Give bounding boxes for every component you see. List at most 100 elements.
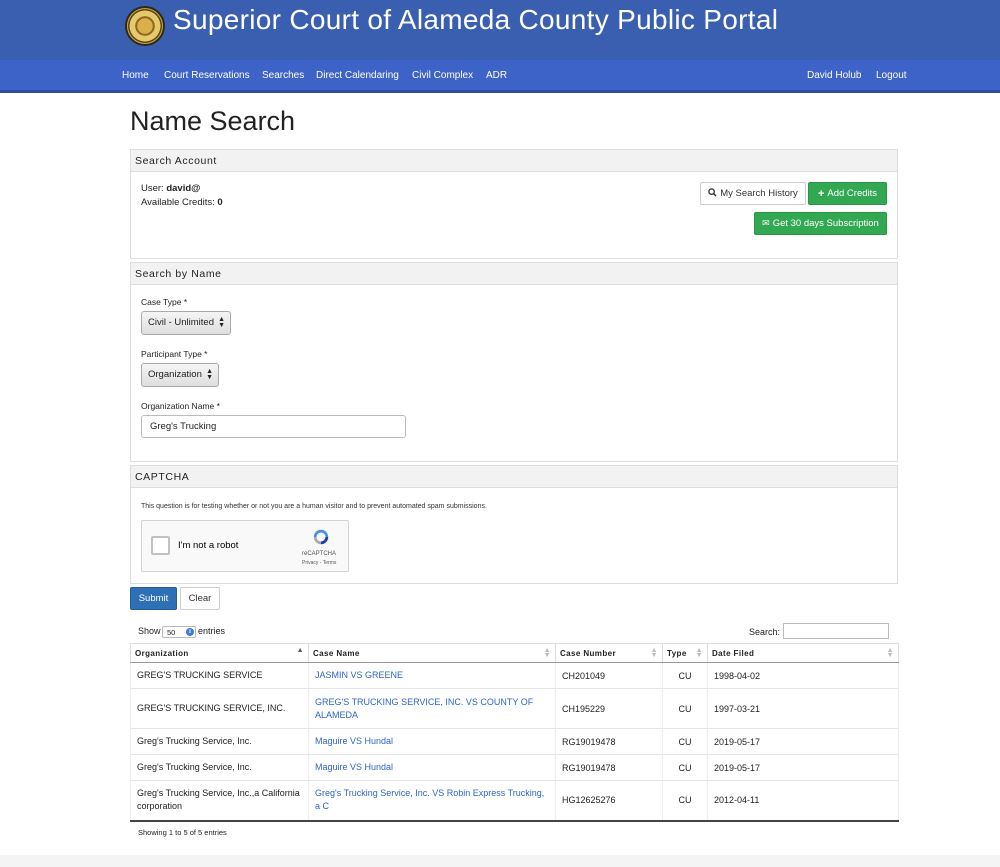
cell-type: CU xyxy=(662,780,708,822)
participant-type-select[interactable]: Organization ▲ ▼ xyxy=(141,363,219,387)
get-subscription-button[interactable]: ✉ Get 30 days Subscription xyxy=(754,212,887,235)
credits-label: Available Credits: xyxy=(141,197,215,208)
select-arrows-icon: ▲ ▼ xyxy=(218,316,225,329)
col-header-organization[interactable]: Organization ▲ xyxy=(130,643,309,663)
my-search-history-label: My Search History xyxy=(720,188,798,199)
nav-logout[interactable]: Logout xyxy=(876,70,907,81)
captcha-panel-title: CAPTCHA xyxy=(131,466,897,488)
cell-organization: GREG'S TRUCKING SERVICE, INC. xyxy=(130,688,309,729)
cell-case-name-link[interactable]: Maguire VS Hundal xyxy=(308,728,556,755)
table-row: GREG'S TRUCKING SERVICE, INC. GREG'S TRU… xyxy=(130,688,899,729)
user-label: User: xyxy=(141,183,164,194)
nav-adr[interactable]: ADR xyxy=(486,70,507,81)
account-credits-line: Available Credits: 0 xyxy=(141,197,223,208)
account-user-line: User: david@ xyxy=(141,183,200,194)
sort-icon: ▲ ▼ xyxy=(543,647,551,659)
cell-organization: Greg's Trucking Service, Inc. xyxy=(130,728,309,755)
sort-icon: ▲ ▼ xyxy=(886,647,894,659)
cell-case-name-link[interactable]: Greg's Trucking Service, Inc. VS Robin E… xyxy=(308,780,556,822)
cell-type: CU xyxy=(662,688,708,729)
add-credits-label: Add Credits xyxy=(827,188,878,199)
table-row: Greg's Trucking Service, Inc.,a Californ… xyxy=(130,780,899,822)
submit-button[interactable]: Submit xyxy=(130,587,177,610)
search-account-panel: Search Account User: david@ Available Cr… xyxy=(130,149,898,259)
recaptcha-terms-link[interactable]: Privacy - Terms xyxy=(302,560,336,566)
case-type-value: Civil - Unlimited xyxy=(148,317,214,328)
cell-case-number: CH195229 xyxy=(555,688,663,729)
nav-civil-complex[interactable]: Civil Complex xyxy=(412,70,473,81)
sort-asc-icon: ▲ xyxy=(296,647,304,654)
recaptcha-label: I'm not a robot xyxy=(178,540,239,551)
recaptcha-checkbox[interactable] xyxy=(151,536,170,555)
participant-type-label: Participant Type * xyxy=(141,349,208,359)
table-info: Showing 1 to 5 of 5 entries xyxy=(138,828,227,837)
cell-type: CU xyxy=(662,662,708,689)
main-navbar: Home Court Reservations Searches Direct … xyxy=(0,60,1000,93)
organization-name-label: Organization Name * xyxy=(141,401,220,411)
cell-date-filed: 2019-05-17 xyxy=(707,754,899,781)
nav-searches[interactable]: Searches xyxy=(262,70,304,81)
cell-case-number: RG19019478 xyxy=(555,728,663,755)
required-mark: * xyxy=(204,349,208,359)
col-header-case-name[interactable]: Case Name ▲ ▼ xyxy=(308,643,556,663)
cell-date-filed: 1998-04-02 xyxy=(707,662,899,689)
entries-label: entries xyxy=(198,626,226,636)
recaptcha-logo-icon xyxy=(312,528,330,546)
table-search-label: Search: xyxy=(749,627,781,637)
page-length-select[interactable]: 50 ⇕ xyxy=(162,626,196,638)
select-arrows-icon: ▲ ▼ xyxy=(206,368,213,381)
cell-organization: Greg's Trucking Service, Inc. xyxy=(130,754,309,781)
results-table: Organization ▲ Case Name ▲ ▼ Case Number ▲ ▼ … xyxy=(130,643,899,822)
envelope-icon: ✉ xyxy=(762,218,770,228)
spinner-arrows-icon: ⇕ xyxy=(186,628,194,636)
col-header-type[interactable]: Type ▲ ▼ xyxy=(662,643,708,663)
add-credits-button[interactable]: + Add Credits xyxy=(808,182,887,205)
page-length-value: 50 xyxy=(167,628,176,637)
nav-user-name[interactable]: David Holub xyxy=(807,70,861,81)
sort-icon: ▲ ▼ xyxy=(650,647,658,659)
col-header-case-number[interactable]: Case Number ▲ ▼ xyxy=(555,643,663,663)
case-type-label: Case Type * xyxy=(141,297,188,307)
col-header-date-filed[interactable]: Date Filed ▲ ▼ xyxy=(707,643,899,663)
cell-type: CU xyxy=(662,754,708,781)
user-value: david@ xyxy=(166,183,201,194)
search-account-panel-title: Search Account xyxy=(131,150,897,172)
table-header-row: Organization ▲ Case Name ▲ ▼ Case Number ▲ ▼ … xyxy=(130,643,899,663)
table-row: GREG'S TRUCKING SERVICE JASMIN VS GREENE… xyxy=(130,662,899,689)
search-by-name-panel: Search by Name Case Type * Civil - Unlim… xyxy=(130,262,898,462)
credits-value: 0 xyxy=(217,197,223,208)
cell-case-number: RG19019478 xyxy=(555,754,663,781)
site-title: Superior Court of Alameda County Public … xyxy=(173,4,779,35)
recaptcha-widget: I'm not a robot reCAPTCHA Privacy - Term… xyxy=(141,520,349,572)
required-mark: * xyxy=(183,297,188,307)
my-search-history-button[interactable]: My Search History xyxy=(700,182,806,205)
page-title: Name Search xyxy=(130,106,296,136)
required-mark: * xyxy=(216,401,220,411)
nav-home[interactable]: Home xyxy=(122,70,149,81)
table-row: Greg's Trucking Service, Inc. Maguire VS… xyxy=(130,728,899,755)
nav-court-reservations[interactable]: Court Reservations xyxy=(164,70,250,81)
nav-direct-calendaring[interactable]: Direct Calendaring xyxy=(316,70,399,81)
footer-strip xyxy=(0,855,1000,867)
participant-type-value: Organization xyxy=(148,369,202,380)
organization-name-input[interactable]: Greg's Trucking xyxy=(141,415,406,438)
cell-case-number: CH201049 xyxy=(555,662,663,689)
search-icon xyxy=(708,187,717,200)
cell-case-name-link[interactable]: Maguire VS Hundal xyxy=(308,754,556,781)
cell-case-name-link[interactable]: GREG'S TRUCKING SERVICE, INC. VS COUNTY … xyxy=(308,688,556,729)
table-row: Greg's Trucking Service, Inc. Maguire VS… xyxy=(130,754,899,781)
table-search-input[interactable] xyxy=(783,623,889,639)
cell-organization: Greg's Trucking Service, Inc.,a Californ… xyxy=(130,780,309,822)
cell-type: CU xyxy=(662,728,708,755)
case-type-select[interactable]: Civil - Unlimited ▲ ▼ xyxy=(141,311,231,335)
cell-case-name-link[interactable]: JASMIN VS GREENE xyxy=(308,662,556,689)
cell-organization: GREG'S TRUCKING SERVICE xyxy=(130,662,309,689)
clear-button[interactable]: Clear xyxy=(180,587,220,610)
site-banner: Superior Court of Alameda County Public … xyxy=(0,0,1000,60)
show-label: Show xyxy=(138,626,161,636)
get-subscription-label: Get 30 days Subscription xyxy=(772,218,879,229)
court-seal-logo xyxy=(125,6,165,46)
cell-case-number: HG12625276 xyxy=(555,780,663,822)
cell-date-filed: 2012-04-11 xyxy=(707,780,899,822)
recaptcha-brand: reCAPTCHA xyxy=(302,551,337,557)
